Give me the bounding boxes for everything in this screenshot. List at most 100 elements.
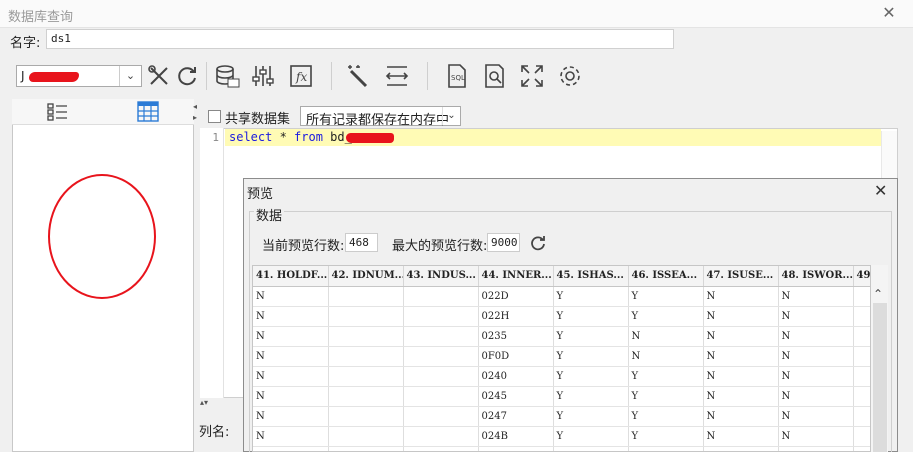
table-cell[interactable] (853, 386, 870, 407)
table-cell[interactable]: Y (553, 446, 629, 451)
chevron-down-icon[interactable]: ⌄ (119, 66, 141, 86)
table-cell[interactable]: N (778, 446, 854, 451)
tools-icon[interactable] (146, 63, 172, 89)
table-cell[interactable]: 022H (478, 306, 554, 327)
table-cell[interactable]: Y (553, 326, 629, 347)
table-cell[interactable] (403, 386, 479, 407)
table-cell[interactable] (403, 286, 479, 307)
table-cell[interactable]: N (253, 386, 329, 407)
table-row[interactable]: N 022D Y Y N N (253, 286, 870, 307)
table-cell[interactable]: 024B (478, 426, 554, 447)
sql-code[interactable]: select * from bd_c (229, 130, 359, 144)
refresh-icon[interactable] (529, 234, 547, 252)
table-cell[interactable] (403, 446, 479, 451)
table-cell[interactable]: Y (553, 366, 629, 387)
column-header[interactable]: 48. ISWOR... (778, 266, 854, 287)
chevron-down-icon[interactable]: ⌄ (442, 107, 460, 125)
table-cell[interactable] (853, 446, 870, 451)
table-cell[interactable]: N (628, 346, 704, 367)
table-row[interactable]: N 0245 Y Y N N (253, 386, 870, 407)
table-cell[interactable]: N (778, 386, 854, 407)
table-cell[interactable]: Y (553, 426, 629, 447)
table-cell[interactable] (853, 346, 870, 367)
table-row[interactable]: N024YYNN (253, 446, 870, 451)
table-cell[interactable] (853, 366, 870, 387)
table-cell[interactable] (328, 446, 404, 451)
table-cell[interactable]: N (778, 286, 854, 307)
collapse-left-arrow[interactable]: ◂ (193, 102, 197, 111)
table-cell[interactable]: Y (628, 426, 704, 447)
table-row[interactable]: N 024B Y Y N N (253, 426, 870, 447)
table-row[interactable]: N 0247 Y Y N N (253, 406, 870, 427)
table-cell[interactable]: 0235 (478, 326, 554, 347)
column-header[interactable]: 45. ISHAS... (553, 266, 629, 287)
gear-icon[interactable] (557, 63, 583, 89)
table-cell[interactable]: N (253, 426, 329, 447)
table-cell[interactable]: 0F0D (478, 346, 554, 367)
table-cell[interactable] (403, 326, 479, 347)
table-cell[interactable] (403, 346, 479, 367)
table-cell[interactable]: 0240 (478, 366, 554, 387)
column-header[interactable]: 43. INDUS... (403, 266, 479, 287)
column-header[interactable]: 47. ISUSE... (703, 266, 779, 287)
table-cell[interactable] (853, 326, 870, 347)
column-header[interactable]: 41. HOLDF... (253, 266, 329, 287)
table-cell[interactable]: Y (628, 366, 704, 387)
table-cell[interactable]: 0245 (478, 386, 554, 407)
table-cell[interactable] (403, 406, 479, 427)
close-icon[interactable]: ✕ (880, 4, 898, 22)
table-cell[interactable] (853, 426, 870, 447)
table-cell[interactable]: Y (628, 446, 704, 451)
refresh-icon[interactable] (174, 63, 200, 89)
table-cell[interactable]: N (703, 326, 779, 347)
table-cell[interactable]: N (703, 366, 779, 387)
table-cell[interactable] (328, 386, 404, 407)
table-cell[interactable] (328, 326, 404, 347)
database-sql-icon[interactable] (214, 63, 240, 89)
column-header[interactable]: 49. (853, 266, 870, 287)
parameters-icon[interactable] (250, 63, 276, 89)
table-cell[interactable]: N (703, 286, 779, 307)
table-cell[interactable]: N (778, 306, 854, 327)
table-cell[interactable]: N (253, 366, 329, 387)
table-cell[interactable] (328, 406, 404, 427)
table-cell[interactable]: N (778, 366, 854, 387)
table-cell[interactable]: N (778, 406, 854, 427)
table-cell[interactable]: N (703, 406, 779, 427)
table-cell[interactable] (328, 366, 404, 387)
table-cell[interactable]: Y (628, 406, 704, 427)
table-cell[interactable] (328, 426, 404, 447)
table-cell[interactable]: N (253, 406, 329, 427)
table-icon[interactable] (137, 101, 159, 122)
table-row[interactable]: N 0235 Y N N N (253, 326, 870, 347)
table-cell[interactable]: N (253, 286, 329, 307)
table-cell[interactable]: N (778, 326, 854, 347)
chevron-up-icon[interactable]: ⌃ (873, 287, 883, 301)
column-header[interactable]: 46. ISSEA... (628, 266, 704, 287)
expand-right-arrow[interactable]: ▸ (193, 113, 197, 122)
table-cell[interactable] (853, 306, 870, 327)
share-dataset-checkbox[interactable] (208, 110, 221, 123)
table-cell[interactable]: 024 (478, 446, 554, 451)
table-cell[interactable]: Y (628, 306, 704, 327)
table-cell[interactable] (328, 346, 404, 367)
table-cell[interactable]: Y (553, 406, 629, 427)
table-cell[interactable]: Y (553, 306, 629, 327)
column-width-icon[interactable] (384, 63, 410, 89)
table-cell[interactable]: N (703, 386, 779, 407)
table-cell[interactable]: 0247 (478, 406, 554, 427)
table-cell[interactable]: N (703, 346, 779, 367)
table-cell[interactable] (403, 366, 479, 387)
name-input[interactable]: ds1 (46, 29, 674, 49)
preview-table[interactable]: 41. HOLDF... 42. IDNUM... 43. INDUS... 44. … (252, 265, 871, 452)
table-cell[interactable] (853, 286, 870, 307)
column-header[interactable]: 44. INNER... (478, 266, 554, 287)
list-tree-icon[interactable] (47, 102, 69, 122)
table-cell[interactable]: Y (628, 286, 704, 307)
sql-file-icon[interactable]: SQL (444, 63, 470, 89)
table-row[interactable]: N 022H Y Y N N (253, 306, 870, 327)
formula-icon[interactable]: fx (288, 63, 314, 89)
table-cell[interactable]: N (253, 306, 329, 327)
table-cell[interactable]: Y (553, 386, 629, 407)
table-cell[interactable]: N (703, 446, 779, 451)
